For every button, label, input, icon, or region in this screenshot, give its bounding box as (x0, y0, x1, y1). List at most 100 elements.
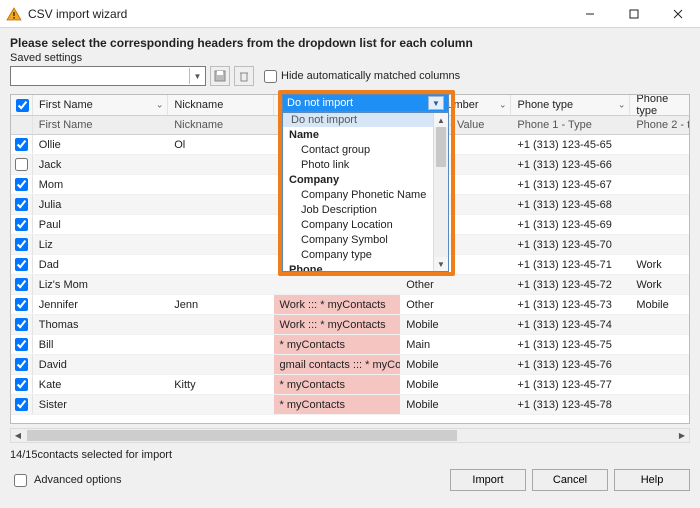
cell-group: * myContacts (274, 375, 401, 394)
advanced-options-input[interactable] (14, 474, 27, 487)
cell-phone-number-label: Other (400, 295, 511, 314)
dropdown-scrollbar[interactable]: ▲ ▼ (433, 113, 448, 271)
table-row[interactable]: ThomasWork ::: * myContactsMobile+1 (313… (11, 315, 689, 335)
dropdown-item[interactable]: Company Location (283, 217, 433, 232)
import-button[interactable]: Import (450, 469, 526, 491)
dropdown-item[interactable]: Job Description (283, 202, 433, 217)
dropdown-item[interactable]: Photo link (283, 157, 433, 172)
row-checkbox[interactable] (15, 258, 28, 271)
row-checkbox-cell[interactable] (11, 215, 33, 234)
cell-first-name: Mom (33, 175, 168, 194)
scroll-thumb[interactable] (436, 127, 446, 167)
row-checkbox-cell[interactable] (11, 355, 33, 374)
advanced-options-checkbox[interactable]: Advanced options (10, 471, 121, 490)
col-first-name[interactable]: First Name⌄ (33, 95, 168, 115)
scroll-left-icon[interactable]: ◀ (11, 429, 25, 442)
horizontal-scrollbar[interactable]: ◀ ▶ (10, 428, 690, 443)
row-checkbox[interactable] (15, 278, 28, 291)
instruction-text: Please select the corresponding headers … (0, 28, 700, 52)
table-row[interactable]: Sister* myContactsMobile+1 (313) 123-45-… (11, 395, 689, 415)
cell-first-name: Kate (33, 375, 168, 394)
table-row[interactable]: KateKitty* myContactsMobile+1 (313) 123-… (11, 375, 689, 395)
save-settings-button[interactable] (210, 66, 230, 86)
cell-phone-type-2 (630, 395, 689, 414)
row-checkbox[interactable] (15, 138, 28, 151)
cell-nickname: Jenn (168, 295, 273, 314)
row-checkbox[interactable] (15, 198, 28, 211)
cell-group: gmail contacts ::: * myCo... (274, 355, 401, 374)
maximize-button[interactable] (612, 0, 656, 28)
cell-nickname (168, 155, 273, 174)
row-checkbox-cell[interactable] (11, 195, 33, 214)
cancel-button[interactable]: Cancel (532, 469, 608, 491)
cell-phone-number-label: Mobile (400, 355, 511, 374)
cell-first-name: Sister (33, 395, 168, 414)
hide-matched-input[interactable] (264, 70, 277, 83)
dropdown-item[interactable]: Company Symbol (283, 232, 433, 247)
chevron-down-icon: ⌄ (499, 100, 507, 111)
row-checkbox[interactable] (15, 158, 28, 171)
cell-phone-type-2: Mobile (630, 295, 689, 314)
dropdown-list[interactable]: Do not import NameContact groupPhoto lin… (282, 112, 449, 272)
cell-phone-number: +1 (313) 123-45-73 (511, 295, 630, 314)
table-row[interactable]: Davidgmail contacts ::: * myCo...Mobile+… (11, 355, 689, 375)
cell-group (274, 275, 401, 294)
saved-settings-select[interactable]: ▼ (10, 66, 206, 86)
close-button[interactable] (656, 0, 700, 28)
column-mapping-dropdown[interactable]: Do not import ▼ (282, 94, 449, 112)
chevron-down-icon: ▼ (428, 96, 444, 110)
row-checkbox-cell[interactable] (11, 335, 33, 354)
row-checkbox-cell[interactable] (11, 155, 33, 174)
col-phone-type-b[interactable]: Phone type (630, 95, 689, 115)
cell-nickname (168, 335, 273, 354)
scroll-thumb-horizontal[interactable] (27, 430, 457, 441)
delete-settings-button[interactable] (234, 66, 254, 86)
cell-phone-type-2 (630, 215, 689, 234)
row-checkbox[interactable] (15, 238, 28, 251)
row-checkbox-cell[interactable] (11, 275, 33, 294)
dropdown-item[interactable]: Company type (283, 247, 433, 262)
row-checkbox-cell[interactable] (11, 235, 33, 254)
row-checkbox[interactable] (15, 338, 28, 351)
col-nickname[interactable]: Nickname (168, 95, 273, 115)
dropdown-item[interactable]: Company Phonetic Name (283, 187, 433, 202)
row-checkbox[interactable] (15, 378, 28, 391)
row-checkbox[interactable] (15, 358, 28, 371)
cell-nickname (168, 315, 273, 334)
row-checkbox-cell[interactable] (11, 135, 33, 154)
scroll-right-icon[interactable]: ▶ (675, 429, 689, 442)
row-checkbox[interactable] (15, 178, 28, 191)
scroll-up-icon[interactable]: ▲ (434, 113, 448, 127)
row-checkbox[interactable] (15, 398, 28, 411)
cell-phone-type-2: Work (630, 255, 689, 274)
cell-phone-number-label: Mobile (400, 315, 511, 334)
table-row[interactable]: Liz's MomOther+1 (313) 123-45-72Work (11, 275, 689, 295)
minimize-button[interactable] (568, 0, 612, 28)
cell-phone-number: +1 (313) 123-45-75 (511, 335, 630, 354)
subheader-phone1-type: Phone 1 - Type (511, 116, 630, 134)
hide-matched-checkbox[interactable]: Hide automatically matched columns (264, 70, 460, 83)
saved-settings-row: ▼ Hide automatically matched columns (0, 64, 700, 92)
row-checkbox[interactable] (15, 318, 28, 331)
select-all-checkbox[interactable] (11, 95, 33, 115)
row-checkbox[interactable] (15, 218, 28, 231)
dropdown-item[interactable]: Contact group (283, 142, 433, 157)
row-checkbox[interactable] (15, 298, 28, 311)
cell-first-name: Bill (33, 335, 168, 354)
chevron-down-icon: ▼ (189, 68, 205, 84)
row-checkbox-cell[interactable] (11, 375, 33, 394)
row-checkbox-cell[interactable] (11, 175, 33, 194)
table-row[interactable]: Bill* myContactsMain+1 (313) 123-45-75 (11, 335, 689, 355)
col-phone-type-a[interactable]: Phone type⌄ (511, 95, 630, 115)
table-row[interactable]: JenniferJennWork ::: * myContactsOther+1… (11, 295, 689, 315)
cell-nickname (168, 215, 273, 234)
cell-first-name: Thomas (33, 315, 168, 334)
scroll-down-icon[interactable]: ▼ (434, 257, 448, 271)
help-button[interactable]: Help (614, 469, 690, 491)
row-checkbox-cell[interactable] (11, 255, 33, 274)
row-checkbox-cell[interactable] (11, 295, 33, 314)
cell-nickname: Kitty (168, 375, 273, 394)
row-checkbox-cell[interactable] (11, 315, 33, 334)
dropdown-item-selected[interactable]: Do not import (283, 113, 433, 127)
row-checkbox-cell[interactable] (11, 395, 33, 414)
